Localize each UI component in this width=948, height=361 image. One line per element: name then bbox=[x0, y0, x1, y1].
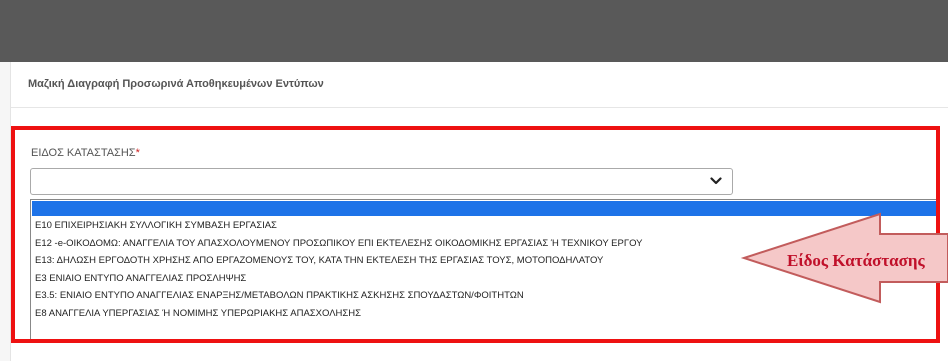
panel-header: Μαζική Διαγραφή Προσωρινά Αποθηκευμένων … bbox=[11, 62, 948, 108]
top-navigation-bar bbox=[0, 0, 948, 62]
page-title: Μαζική Διαγραφή Προσωρινά Αποθηκευμένων … bbox=[28, 78, 324, 90]
callout-label: Είδος Κατάστασης bbox=[787, 251, 925, 270]
annotation-highlight-box bbox=[11, 126, 940, 343]
